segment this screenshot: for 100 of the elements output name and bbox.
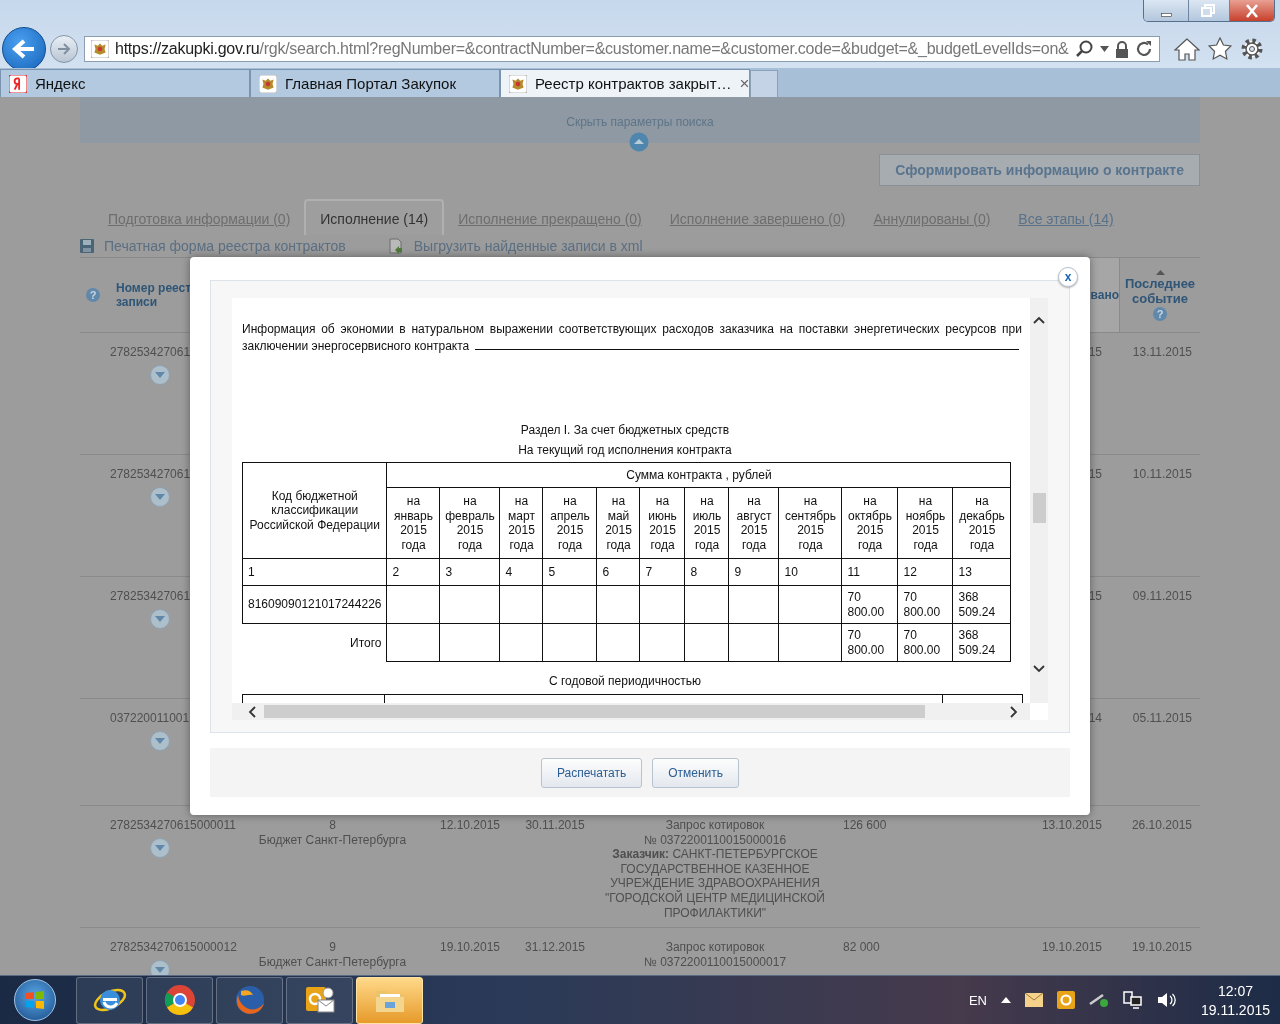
language-indicator[interactable]: EN xyxy=(968,992,987,1008)
maximize-button[interactable] xyxy=(1188,0,1229,21)
close-button[interactable] xyxy=(1229,0,1274,21)
registry-number: 278253427061 xyxy=(110,589,191,604)
column-header[interactable]: Номер реест записи xyxy=(116,281,192,309)
stage-tab[interactable]: Все этапы (14) xyxy=(1004,201,1128,235)
chevron-down-icon xyxy=(155,737,165,744)
speaker-icon[interactable] xyxy=(1156,991,1177,1009)
column-header[interactable]: Последнее событие xyxy=(1124,275,1196,306)
browser-tab[interactable]: Реестр контрактов закрыт… × xyxy=(500,69,750,97)
close-tab-button[interactable]: × xyxy=(739,73,750,94)
dialog-button[interactable]: Распечатать xyxy=(540,757,643,788)
chevron-down-icon xyxy=(155,615,165,622)
table-cell: 19.10.2015 xyxy=(1041,940,1102,954)
close-button[interactable]: x xyxy=(1058,267,1078,287)
scroll-thumb[interactable] xyxy=(1033,493,1046,523)
lock-icon xyxy=(1115,40,1129,58)
tab-title: Главная Портал Закупок xyxy=(285,75,457,92)
table-cell: 05.11.2015 xyxy=(1132,711,1192,725)
action-link[interactable]: Печатная форма реестра контрактов xyxy=(104,238,346,254)
taskbar-button[interactable] xyxy=(356,976,423,1024)
emblem-icon xyxy=(91,40,109,58)
browser-tab[interactable]: Главная Портал Закупок xyxy=(250,69,500,97)
stage-tab[interactable]: Исполнение (14) xyxy=(304,199,445,235)
back-button[interactable] xyxy=(2,27,46,71)
table-header: на октябрь 2015 года xyxy=(842,487,898,559)
scroll-up-icon[interactable] xyxy=(1033,316,1045,324)
sort-arrow-icon[interactable] xyxy=(1155,269,1165,275)
registry-number: 278253427061 xyxy=(110,345,191,360)
table-cell: 1 xyxy=(242,558,387,586)
table-cell: 13.10.2015 xyxy=(1041,818,1102,832)
dialog-button[interactable]: Отменить xyxy=(652,757,740,788)
forward-button[interactable] xyxy=(50,35,78,63)
table-cell: 7 xyxy=(640,558,685,586)
forward-arrow-icon xyxy=(57,43,71,55)
total-label: Итого xyxy=(242,623,387,662)
browser-tab[interactable]: Яндекс xyxy=(0,69,250,97)
table-cell-text: Запрос котировок xyxy=(664,818,766,833)
table-cell: 5 xyxy=(543,558,597,586)
wheel-logo-icon xyxy=(162,983,197,1017)
vertical-scrollbar[interactable] xyxy=(1030,298,1048,703)
table-header: на июнь 2015 года xyxy=(640,487,685,559)
table-header: на ноябрь 2015 года xyxy=(898,487,953,559)
envelope-icon[interactable] xyxy=(1024,993,1043,1007)
table-cell: 19.10.2015 xyxy=(1131,940,1192,954)
mail-app-icon[interactable] xyxy=(1056,991,1075,1009)
table-cell: 6 xyxy=(597,558,640,586)
action-link[interactable]: Выгрузить найденные записи в xml xyxy=(413,238,643,254)
scroll-left-icon[interactable] xyxy=(248,705,256,718)
minimize-button[interactable] xyxy=(1144,0,1188,21)
table-cell: 14 xyxy=(1088,711,1102,725)
table-header: на июль 2015 года xyxy=(685,487,729,559)
up-arrow-icon[interactable] xyxy=(1000,997,1011,1003)
table-cell: 12 xyxy=(898,558,953,586)
table-cell-text: № 0372200110015000017 xyxy=(642,954,788,970)
home-icon[interactable] xyxy=(1174,37,1200,61)
table-header: Сумма контракта , рублей xyxy=(387,462,1011,488)
table-cell-text: Запрос котировок xyxy=(664,940,766,955)
registry-number: 2782534270615000012 xyxy=(110,940,237,955)
table-cell: 26.10.2015 xyxy=(1131,818,1192,832)
table-cell: 15 xyxy=(1088,345,1102,359)
scroll-right-icon[interactable] xyxy=(1010,705,1018,718)
scroll-down-icon[interactable] xyxy=(1033,665,1045,673)
url-text: https://zakupki.gov.ru/rgk/search.html?regNumber=&contractNumber=&customer.name=&customer.code=&budget=&_budgetLevelIds=on& xyxy=(115,40,1070,58)
clock-date[interactable]: 19.11.2015 xyxy=(1200,1001,1270,1018)
registry-number: 037220011001 xyxy=(110,711,190,726)
table-cell: 19.10.2015 xyxy=(439,940,501,954)
chevron-down-icon xyxy=(155,493,165,500)
refresh-icon[interactable] xyxy=(1135,40,1153,58)
table-header: Код бюджетной классификации Российской Федерации xyxy=(242,462,387,559)
scroll-thumb[interactable] xyxy=(264,705,925,718)
four-pane-logo-icon xyxy=(25,990,45,1010)
table-cell-text: 9 xyxy=(328,940,337,955)
section-subtitle: На текущий год исполнения контракта xyxy=(517,442,733,457)
table-header: на февраль 2015 года xyxy=(440,487,500,559)
search-icon[interactable] xyxy=(1076,40,1094,58)
computer-network-icon[interactable] xyxy=(1122,991,1143,1009)
help-icon[interactable]: ? xyxy=(86,288,100,302)
table-header: на январь 2015 года xyxy=(387,487,440,559)
chevron-down-icon xyxy=(155,966,165,973)
table-cell: 31.12.2015 xyxy=(524,940,586,954)
table-cell: 9 xyxy=(729,558,779,586)
table-cell: 70 800.00 xyxy=(898,585,953,624)
caret-icon[interactable] xyxy=(1100,46,1109,52)
start-button[interactable] xyxy=(14,979,56,1021)
help-icon[interactable]: ? xyxy=(1153,306,1167,321)
settings-icon[interactable] xyxy=(1240,37,1264,61)
star-icon[interactable] xyxy=(1208,37,1232,61)
table-cell-text: Бюджет Санкт-Петербурга xyxy=(257,832,408,848)
horizontal-scrollbar[interactable] xyxy=(232,703,1030,720)
column-header[interactable]: вано xyxy=(1090,288,1119,302)
table-cell: 368 509.24 xyxy=(953,623,1011,662)
table-cell: 10 xyxy=(779,558,842,586)
clock-time[interactable]: 12:07 xyxy=(1217,982,1253,999)
table-cell-text: 8 xyxy=(328,818,337,833)
address-bar[interactable]: https://zakupki.gov.ru/rgk/search.html?regNumber=&contractNumber=&customer.name=&customer.code=&budget=&_budgetLevelIds=on& xyxy=(84,36,1160,62)
emblem-icon xyxy=(509,74,527,93)
generate-info-button[interactable]: Сформировать информацию о контракте xyxy=(879,154,1200,186)
network-icon[interactable] xyxy=(1088,992,1109,1008)
section-title: Раздел I. За счет бюджетных средств xyxy=(519,423,731,438)
